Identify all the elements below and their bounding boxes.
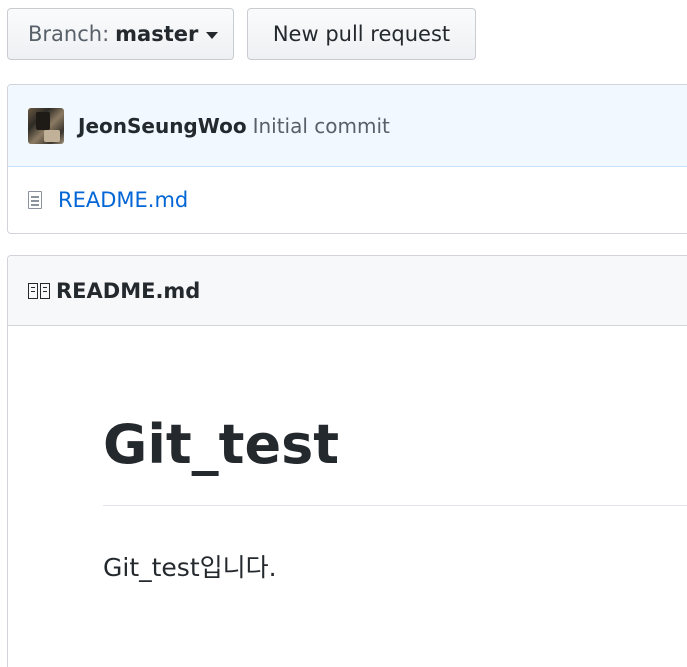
readme-header: README.md	[8, 256, 687, 326]
avatar[interactable]	[28, 107, 64, 144]
readme-paragraph: Git_test입니다.	[103, 553, 277, 582]
file-link[interactable]: README.md	[58, 188, 188, 212]
new-pull-request-button[interactable]: New pull request	[247, 8, 476, 60]
latest-commit-bar: JeonSeungWoo Initial commit	[8, 85, 687, 167]
branch-name: master	[115, 22, 199, 46]
caret-down-icon	[206, 31, 219, 39]
readme-title: Git_test	[103, 413, 340, 476]
branch-select-button[interactable]: Branch: master	[7, 8, 234, 60]
file-icon	[28, 191, 42, 209]
readme-container: README.md Git_test Git_test입니다.	[7, 255, 687, 667]
branch-prefix-label: Branch:	[28, 22, 110, 46]
repo-view: Branch: master New pull request JeonSeun…	[0, 0, 687, 667]
commit-author[interactable]: JeonSeungWoo	[78, 114, 247, 138]
title-divider	[103, 505, 687, 506]
book-icon	[28, 282, 50, 299]
commit-message[interactable]: Initial commit	[253, 114, 390, 138]
list-item[interactable]: README.md	[8, 167, 687, 233]
file-list-container: JeonSeungWoo Initial commit README.md	[7, 84, 687, 234]
readme-header-title: README.md	[56, 278, 201, 303]
